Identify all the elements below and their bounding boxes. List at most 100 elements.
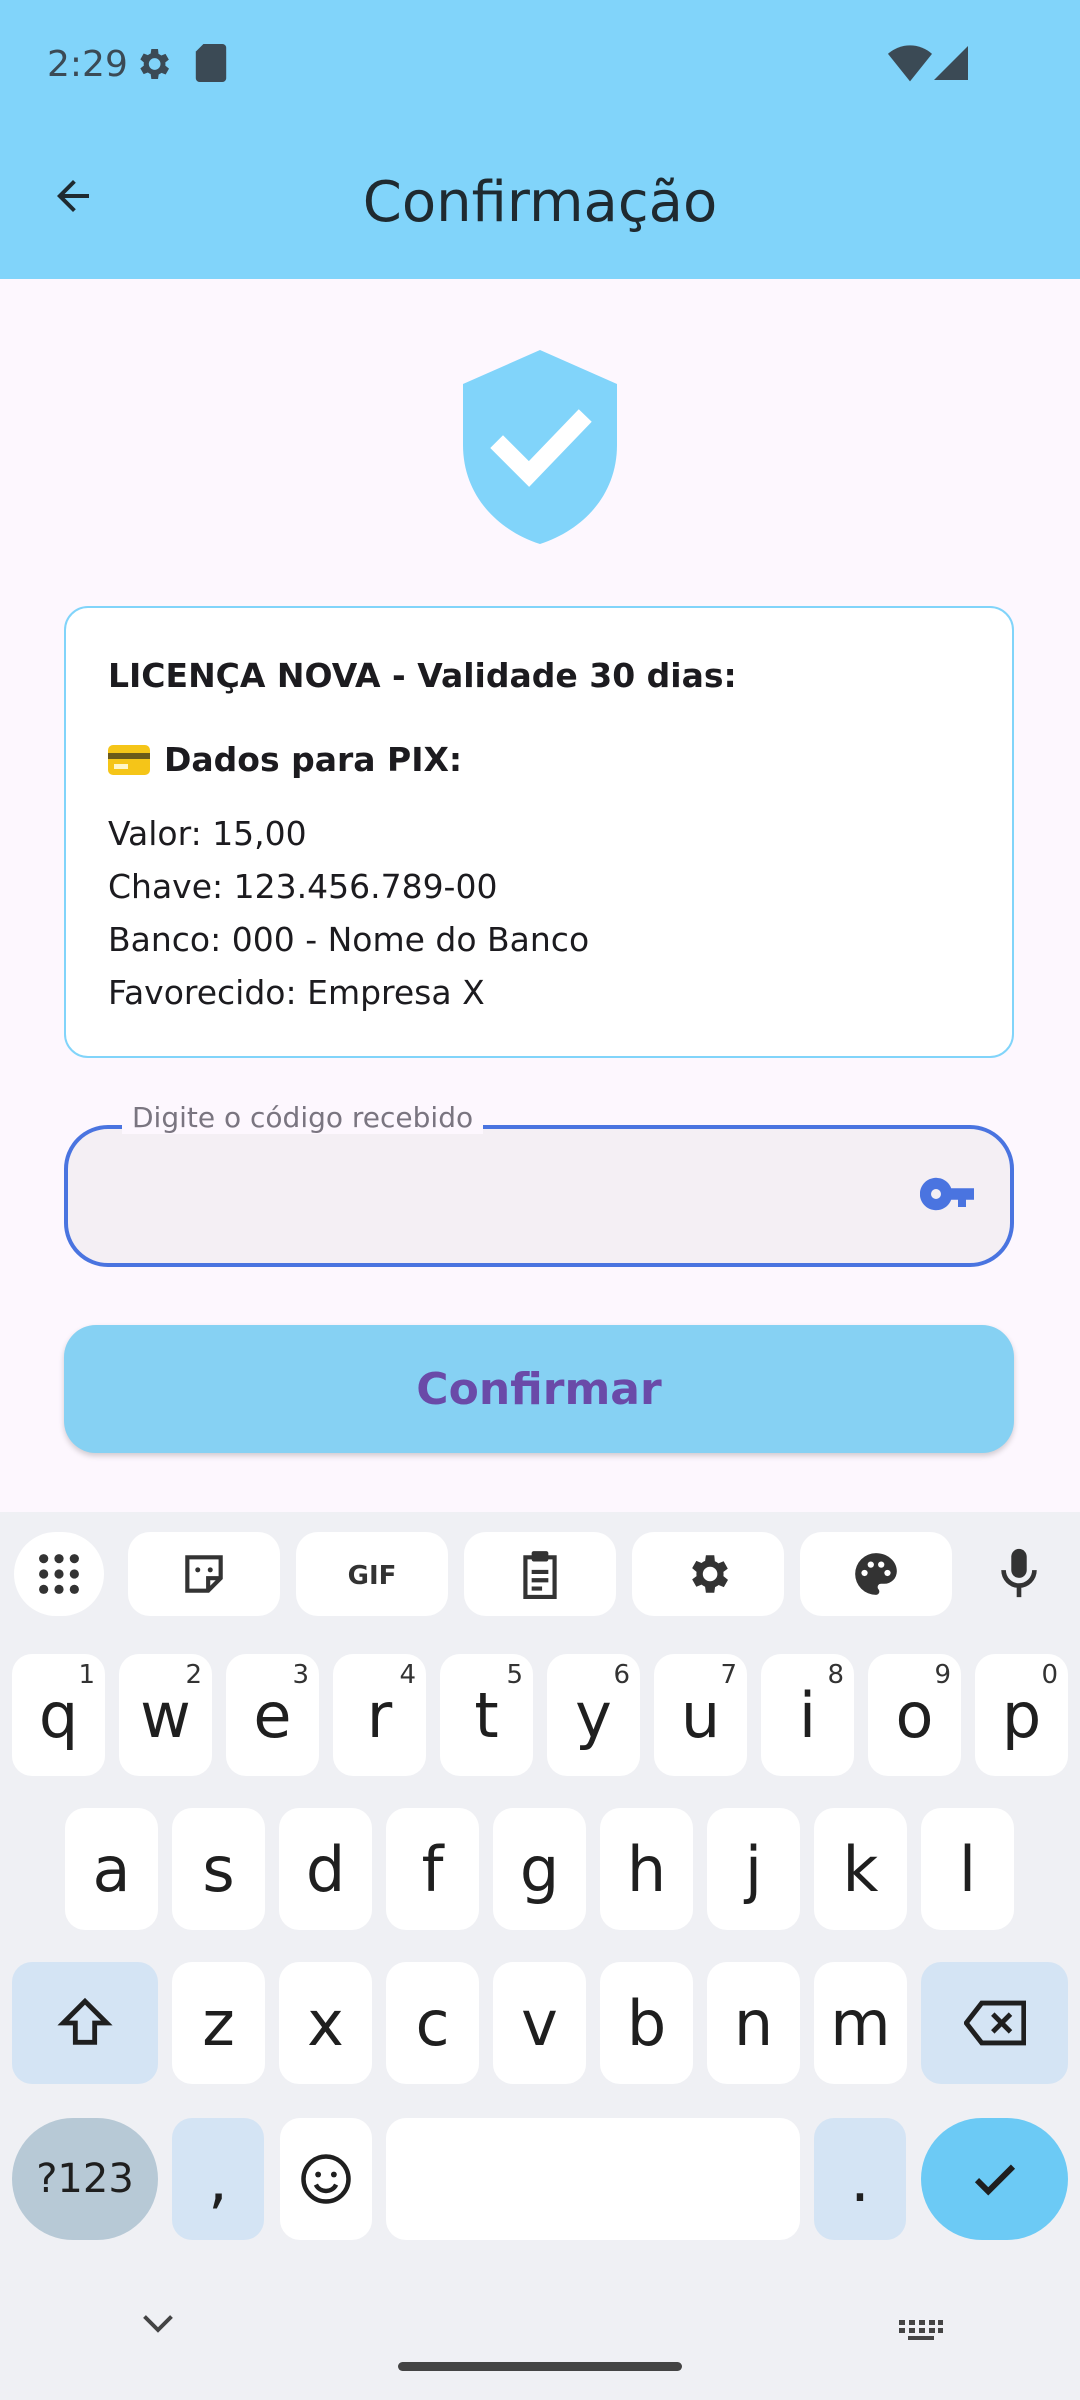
- symbols-key[interactable]: ?123: [12, 2118, 158, 2240]
- comma-key[interactable]: ,: [172, 2118, 264, 2240]
- key-number-hint: 0: [1041, 1660, 1058, 1690]
- key-label: h: [626, 1832, 667, 1906]
- key-u[interactable]: u7: [654, 1654, 747, 1776]
- key-z[interactable]: z: [172, 1962, 265, 2084]
- key-label: y: [575, 1678, 612, 1752]
- soft-keyboard: GIF ?123 , . q1w2e3r4t5y6u7i8o9p0asdfghj…: [0, 1512, 1080, 2400]
- code-input-field[interactable]: Digite o código recebido: [64, 1101, 1014, 1267]
- key-g[interactable]: g: [493, 1808, 586, 1930]
- key-e[interactable]: e3: [226, 1654, 319, 1776]
- key-a[interactable]: a: [65, 1808, 158, 1930]
- confirm-button[interactable]: Confirmar: [64, 1325, 1014, 1453]
- signal-icon: [934, 44, 968, 87]
- key-number-hint: 1: [78, 1660, 95, 1690]
- key-label: j: [744, 1832, 763, 1906]
- pix-heading-label: Dados para PIX:: [164, 740, 463, 779]
- key-b[interactable]: b: [600, 1962, 693, 2084]
- key-x[interactable]: x: [279, 1962, 372, 2084]
- key-number-hint: 4: [399, 1660, 416, 1690]
- key-label: z: [202, 1986, 235, 2060]
- credit-card-icon: [108, 744, 150, 775]
- pix-heading: Dados para PIX:: [108, 740, 462, 779]
- keyboard-icon: [899, 2320, 943, 2340]
- chevron-down-icon: [143, 2315, 173, 2333]
- shift-key[interactable]: [12, 1962, 158, 2084]
- gif-button[interactable]: GIF: [296, 1532, 448, 1616]
- key-l[interactable]: l: [921, 1808, 1014, 1930]
- key-h[interactable]: h: [600, 1808, 693, 1930]
- status-time: 2:29: [47, 44, 128, 85]
- key-label: d: [305, 1832, 346, 1906]
- key-f[interactable]: f: [386, 1808, 479, 1930]
- key-label: s: [202, 1832, 235, 1906]
- key-s[interactable]: s: [172, 1808, 265, 1930]
- key-label: e: [253, 1678, 292, 1752]
- emoji-key[interactable]: [280, 2118, 372, 2240]
- home-indicator[interactable]: [398, 2362, 682, 2371]
- key-label: m: [830, 1986, 891, 2060]
- key-label: c: [415, 1986, 450, 2060]
- key-label: x: [307, 1986, 344, 2060]
- key-v[interactable]: v: [493, 1962, 586, 2084]
- key-o[interactable]: o9: [868, 1654, 961, 1776]
- wifi-icon: [888, 44, 932, 87]
- pix-key: Chave: 123.456.789-00: [108, 867, 498, 906]
- key-number-hint: 7: [720, 1660, 737, 1690]
- keyboard-apps-button[interactable]: [14, 1532, 104, 1616]
- keyboard-switch-button[interactable]: [898, 2318, 944, 2347]
- shift-icon: [57, 1997, 113, 2045]
- pix-bank: Banco: 000 - Nome do Banco: [108, 920, 590, 959]
- code-input-label: Digite o código recebido: [122, 1101, 484, 1134]
- key-label: q: [38, 1678, 79, 1752]
- key-t[interactable]: t5: [440, 1654, 533, 1776]
- pix-beneficiary: Favorecido: Empresa X: [108, 973, 485, 1012]
- gear-icon: [692, 1555, 728, 1593]
- key-number-hint: 5: [506, 1660, 523, 1690]
- key-w[interactable]: w2: [119, 1654, 212, 1776]
- status-bar: 2:29: [0, 0, 1080, 130]
- key-r[interactable]: r4: [333, 1654, 426, 1776]
- backspace-icon: [963, 2000, 1026, 2046]
- svg-text:GIF: GIF: [348, 1561, 397, 1589]
- voice-input-button[interactable]: [974, 1532, 1064, 1616]
- hide-keyboard-button[interactable]: [140, 2312, 176, 2341]
- key-m[interactable]: m: [814, 1962, 907, 2084]
- key-label: i: [798, 1678, 817, 1752]
- key-number-hint: 6: [613, 1660, 630, 1690]
- key-label: w: [140, 1678, 191, 1752]
- sticker-icon: [185, 1555, 223, 1593]
- app-bar: Confirmação: [0, 130, 1080, 279]
- key-n[interactable]: n: [707, 1962, 800, 2084]
- key-label: g: [519, 1832, 560, 1906]
- gif-icon: GIF: [348, 1561, 397, 1589]
- key-label: r: [366, 1678, 393, 1752]
- page-title: Confirmação: [362, 170, 718, 235]
- key-label: o: [895, 1678, 934, 1752]
- key-c[interactable]: c: [386, 1962, 479, 2084]
- key-label: v: [521, 1986, 558, 2060]
- key-number-hint: 2: [185, 1660, 202, 1690]
- key-j[interactable]: j: [707, 1808, 800, 1930]
- key-label: p: [1001, 1678, 1042, 1752]
- sticker-button[interactable]: [128, 1532, 280, 1616]
- checkmark-icon: [974, 2164, 1015, 2196]
- license-info-card: LICENÇA NOVA - Validade 30 dias: Dados p…: [64, 606, 1014, 1058]
- key-d[interactable]: d: [279, 1808, 372, 1930]
- key-label: l: [958, 1832, 977, 1906]
- key-q[interactable]: q1: [12, 1654, 105, 1776]
- clipboard-button[interactable]: [464, 1532, 616, 1616]
- key-p[interactable]: p0: [975, 1654, 1068, 1776]
- emoji-icon: [301, 2154, 351, 2204]
- license-title: LICENÇA NOVA - Validade 30 dias:: [108, 656, 737, 695]
- palette-icon: [855, 1553, 897, 1595]
- sd-card-icon: [195, 44, 227, 87]
- key-y[interactable]: y6: [547, 1654, 640, 1776]
- period-key[interactable]: .: [814, 2118, 906, 2240]
- keyboard-settings-button[interactable]: [632, 1532, 784, 1616]
- key-i[interactable]: i8: [761, 1654, 854, 1776]
- space-key[interactable]: [386, 2118, 800, 2240]
- key-k[interactable]: k: [814, 1808, 907, 1930]
- enter-key[interactable]: [921, 2118, 1068, 2240]
- backspace-key[interactable]: [921, 1962, 1068, 2084]
- theme-button[interactable]: [800, 1532, 952, 1616]
